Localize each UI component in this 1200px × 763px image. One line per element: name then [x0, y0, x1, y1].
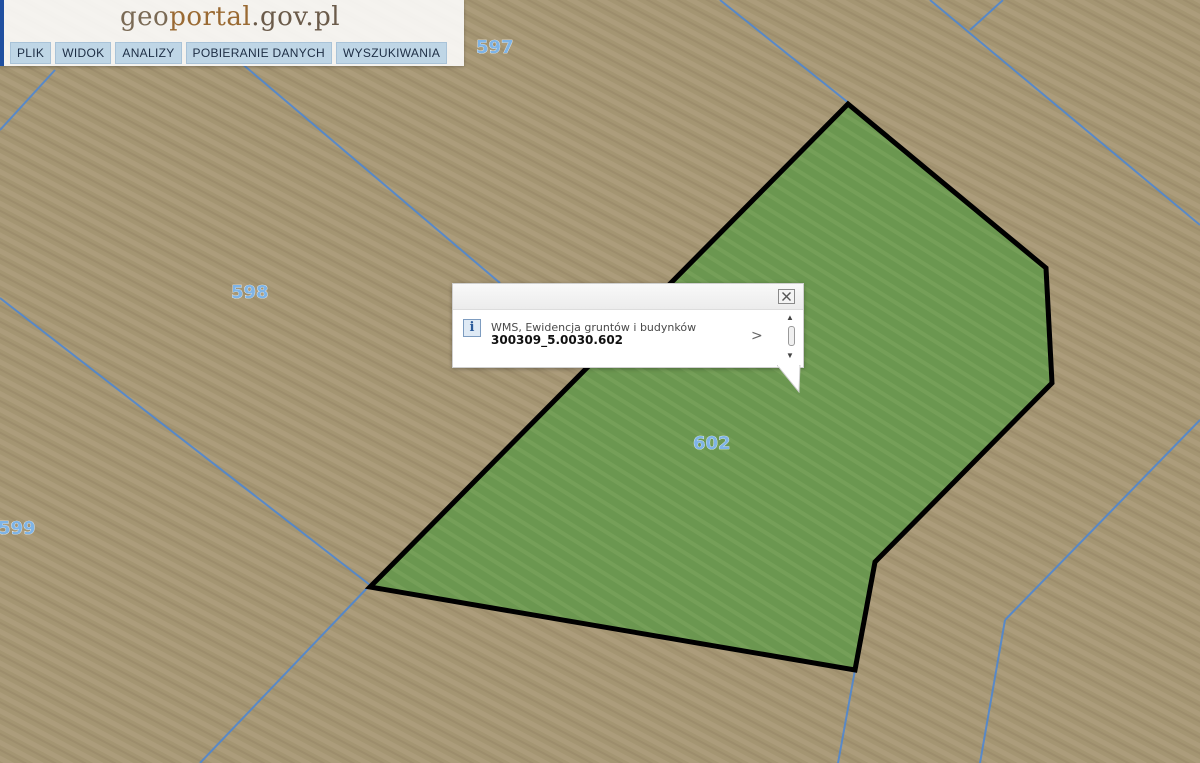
- popup-scrollbar[interactable]: ▲ ▼: [785, 312, 797, 364]
- logo-text-domain: .gov.pl: [251, 2, 341, 32]
- chevron-right-icon[interactable]: >: [751, 328, 763, 344]
- popup-pointer: [777, 365, 801, 393]
- scroll-thumb[interactable]: [788, 326, 795, 346]
- logo-text-portal: portal: [169, 2, 252, 32]
- main-menu: PLIK WIDOK ANALIZY POBIERANIE DANYCH WYS…: [10, 42, 448, 64]
- parcel-label-597: 597: [476, 37, 514, 58]
- chevron-up-icon[interactable]: ▲: [786, 314, 794, 322]
- popup-header: [453, 284, 803, 310]
- info-icon: i: [463, 319, 481, 337]
- parcel-label-602: 602: [693, 433, 731, 454]
- parcel-label-598: 598: [231, 282, 269, 303]
- app-header: geoportal.gov.pl PLIK WIDOK ANALIZY POBI…: [0, 0, 464, 66]
- brand-strip: [0, 0, 4, 66]
- close-icon: [782, 292, 791, 301]
- map-view[interactable]: 597 598 599 602: [0, 0, 1200, 763]
- logo-text-geo: geo: [120, 2, 170, 32]
- menu-item-widok[interactable]: WIDOK: [55, 42, 112, 64]
- feature-id[interactable]: 300309_5.0030.602: [491, 333, 623, 347]
- chevron-down-icon[interactable]: ▼: [786, 352, 794, 360]
- menu-item-pobieranie-danych[interactable]: POBIERANIE DANYCH: [185, 42, 332, 64]
- orthophoto-layer: 597 598 599 602: [0, 0, 1200, 763]
- close-button[interactable]: [778, 289, 795, 304]
- feature-info-popup: i WMS, Ewidencja gruntów i budynków 3003…: [452, 283, 804, 368]
- geoportal-logo[interactable]: geoportal.gov.pl: [120, 2, 340, 32]
- menu-item-wyszukiwania[interactable]: WYSZUKIWANIA: [335, 42, 448, 64]
- menu-item-analizy[interactable]: ANALIZY: [115, 42, 182, 64]
- parcel-label-599: 599: [0, 518, 36, 539]
- menu-item-plik[interactable]: PLIK: [10, 42, 52, 64]
